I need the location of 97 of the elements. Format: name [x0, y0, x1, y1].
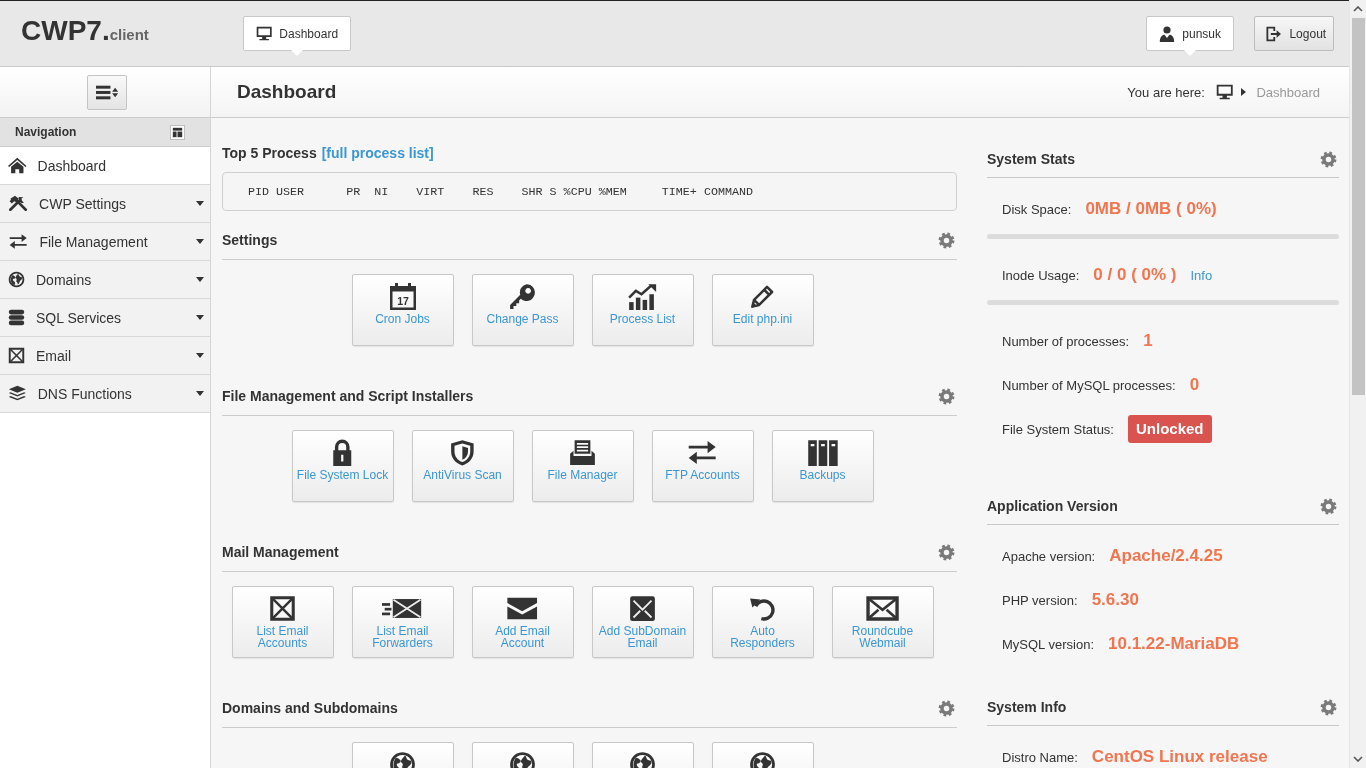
scrollbar[interactable]	[1349, 0, 1366, 768]
stat-value: 0MB / 0MB ( 0%)	[1085, 199, 1217, 219]
database-icon	[8, 309, 25, 326]
envelope-icon	[864, 595, 901, 622]
stat-label: Inode Usage:	[1002, 267, 1080, 283]
logo-suffix: client	[109, 26, 149, 43]
shortcut-tile[interactable]: List Email Accounts	[231, 586, 334, 658]
panel-title: Application Version	[987, 497, 1118, 516]
stat-value: CentOS Linux release	[1091, 747, 1268, 767]
shortcut-tile[interactable]: Add SubDomain Email	[591, 586, 694, 658]
stat-label: File System Status:	[1002, 421, 1114, 437]
binders-icon	[806, 439, 839, 466]
page-title: Dashboard	[237, 81, 337, 103]
nav-item[interactable]: DNS Functions	[0, 375, 210, 413]
section-title: Domains and Subdomains	[222, 699, 398, 718]
logout-button[interactable]: Logout	[1254, 16, 1334, 51]
logout-icon	[1265, 25, 1283, 42]
envelope-icon	[506, 595, 539, 622]
section-title: Mail Management	[222, 543, 339, 562]
shortcut-tile[interactable]: Process List	[591, 274, 694, 346]
home-icon	[8, 157, 27, 174]
stat-label: Apache version:	[1002, 548, 1096, 564]
gear-icon[interactable]	[938, 543, 955, 561]
shortcut-tile[interactable]: Backups	[771, 430, 874, 502]
stat-value: 1	[1143, 331, 1153, 351]
nav-item[interactable]: SQL Services	[0, 299, 210, 337]
status-badge: Unlocked	[1128, 415, 1212, 443]
calendar-date: 17	[396, 295, 409, 307]
shortcut-tile[interactable]: List Email Forwarders	[351, 586, 454, 658]
stat-value: 0 / 0 ( 0% )	[1093, 265, 1177, 285]
monitor-icon	[256, 26, 273, 41]
nav-item[interactable]: File Management	[0, 223, 210, 261]
stat-label: Number of MySQL processes:	[1002, 377, 1176, 393]
nav-item[interactable]: Email	[0, 337, 210, 375]
shortcut-tile[interactable]: Roundcube Webmail	[831, 586, 934, 658]
gear-icon[interactable]	[1320, 150, 1337, 168]
process-list-link[interactable]: [full process list]	[321, 145, 434, 161]
shortcut-tile[interactable]: 17 Cron Jobs	[351, 274, 454, 346]
section-title: File Management and Script Installers	[222, 387, 474, 406]
nav-item[interactable]: Domains	[0, 261, 210, 299]
scrollbar-thumb[interactable]	[1351, 18, 1365, 395]
stat-value: 0	[1189, 375, 1200, 395]
bar-chart-icon	[627, 283, 658, 310]
stat-label: Distro Name:	[1002, 749, 1078, 765]
envelope-icon	[8, 347, 25, 364]
lock-icon	[331, 439, 354, 466]
breadcrumb-label: You are here:	[1127, 84, 1205, 100]
caret-right-icon	[1241, 88, 1247, 96]
gear-icon[interactable]	[938, 387, 955, 405]
menu-toggle-button[interactable]	[87, 74, 127, 110]
stat-label: Number of processes:	[1002, 333, 1130, 349]
menu-icon	[95, 83, 119, 101]
chevron-up-icon[interactable]	[1353, 6, 1363, 12]
panel-title: System Info	[987, 698, 1067, 717]
info-link[interactable]: Info	[1190, 267, 1213, 283]
shortcut-tile[interactable]: File System Lock	[291, 430, 394, 502]
stat-value: Apache/2.4.25	[1109, 546, 1223, 566]
gear-icon[interactable]	[938, 699, 955, 717]
stat-label: MySQL version:	[1002, 636, 1094, 652]
exchange-arrows-icon	[686, 439, 719, 466]
envelope-icon	[269, 595, 296, 622]
gear-icon[interactable]	[1320, 497, 1337, 515]
shortcut-tile[interactable]: File Manager	[531, 430, 634, 502]
stat-label: PHP version:	[1002, 592, 1078, 608]
undo-arrow-icon	[749, 595, 776, 622]
chevron-down-icon[interactable]	[1353, 756, 1363, 762]
layout-icon[interactable]	[170, 124, 185, 140]
stat-value: 10.1.22-MariaDB	[1108, 634, 1240, 654]
stat-label: Disk Space:	[1002, 201, 1072, 217]
layers-icon	[8, 385, 27, 402]
shield-icon	[450, 439, 475, 466]
shortcut-tile[interactable]: Edit php.ini	[711, 274, 814, 346]
process-output: PID USER PR NI VIRT RES SHR S %CPU %MEM TIME+ COMMAND	[222, 172, 957, 211]
user-icon	[1159, 25, 1176, 42]
shortcut-tile[interactable]: AntiVirus Scan	[411, 430, 514, 502]
shortcut-tile[interactable]: Change Pass	[471, 274, 574, 346]
nav-title: Navigation	[15, 125, 77, 139]
shortcut-tile[interactable]: Auto Responders	[711, 586, 814, 658]
nav-item[interactable]: CWP Settings	[0, 185, 210, 223]
section-title: Top 5 Process	[222, 144, 317, 163]
file-tray-icon	[569, 439, 596, 466]
gear-icon[interactable]	[1320, 698, 1337, 716]
panel-title: System Stats	[987, 150, 1075, 169]
globe-icon	[8, 271, 25, 288]
exchange-arrows-icon	[8, 233, 29, 250]
pencil-icon	[749, 283, 776, 310]
envelope-icon	[629, 595, 656, 622]
breadcrumb-current: Dashboard	[1256, 84, 1320, 100]
section-title: Settings	[222, 231, 278, 250]
stat-value: 5.6.30	[1091, 590, 1139, 610]
shortcut-tile[interactable]: Add Email Account	[471, 586, 574, 658]
tools-icon	[8, 195, 29, 212]
key-icon	[509, 283, 536, 310]
logo-title: CWP7.	[21, 14, 110, 48]
monitor-icon[interactable]	[1215, 84, 1234, 100]
shortcut-tile[interactable]: FTP Accounts	[651, 430, 754, 502]
gear-icon[interactable]	[938, 231, 955, 249]
